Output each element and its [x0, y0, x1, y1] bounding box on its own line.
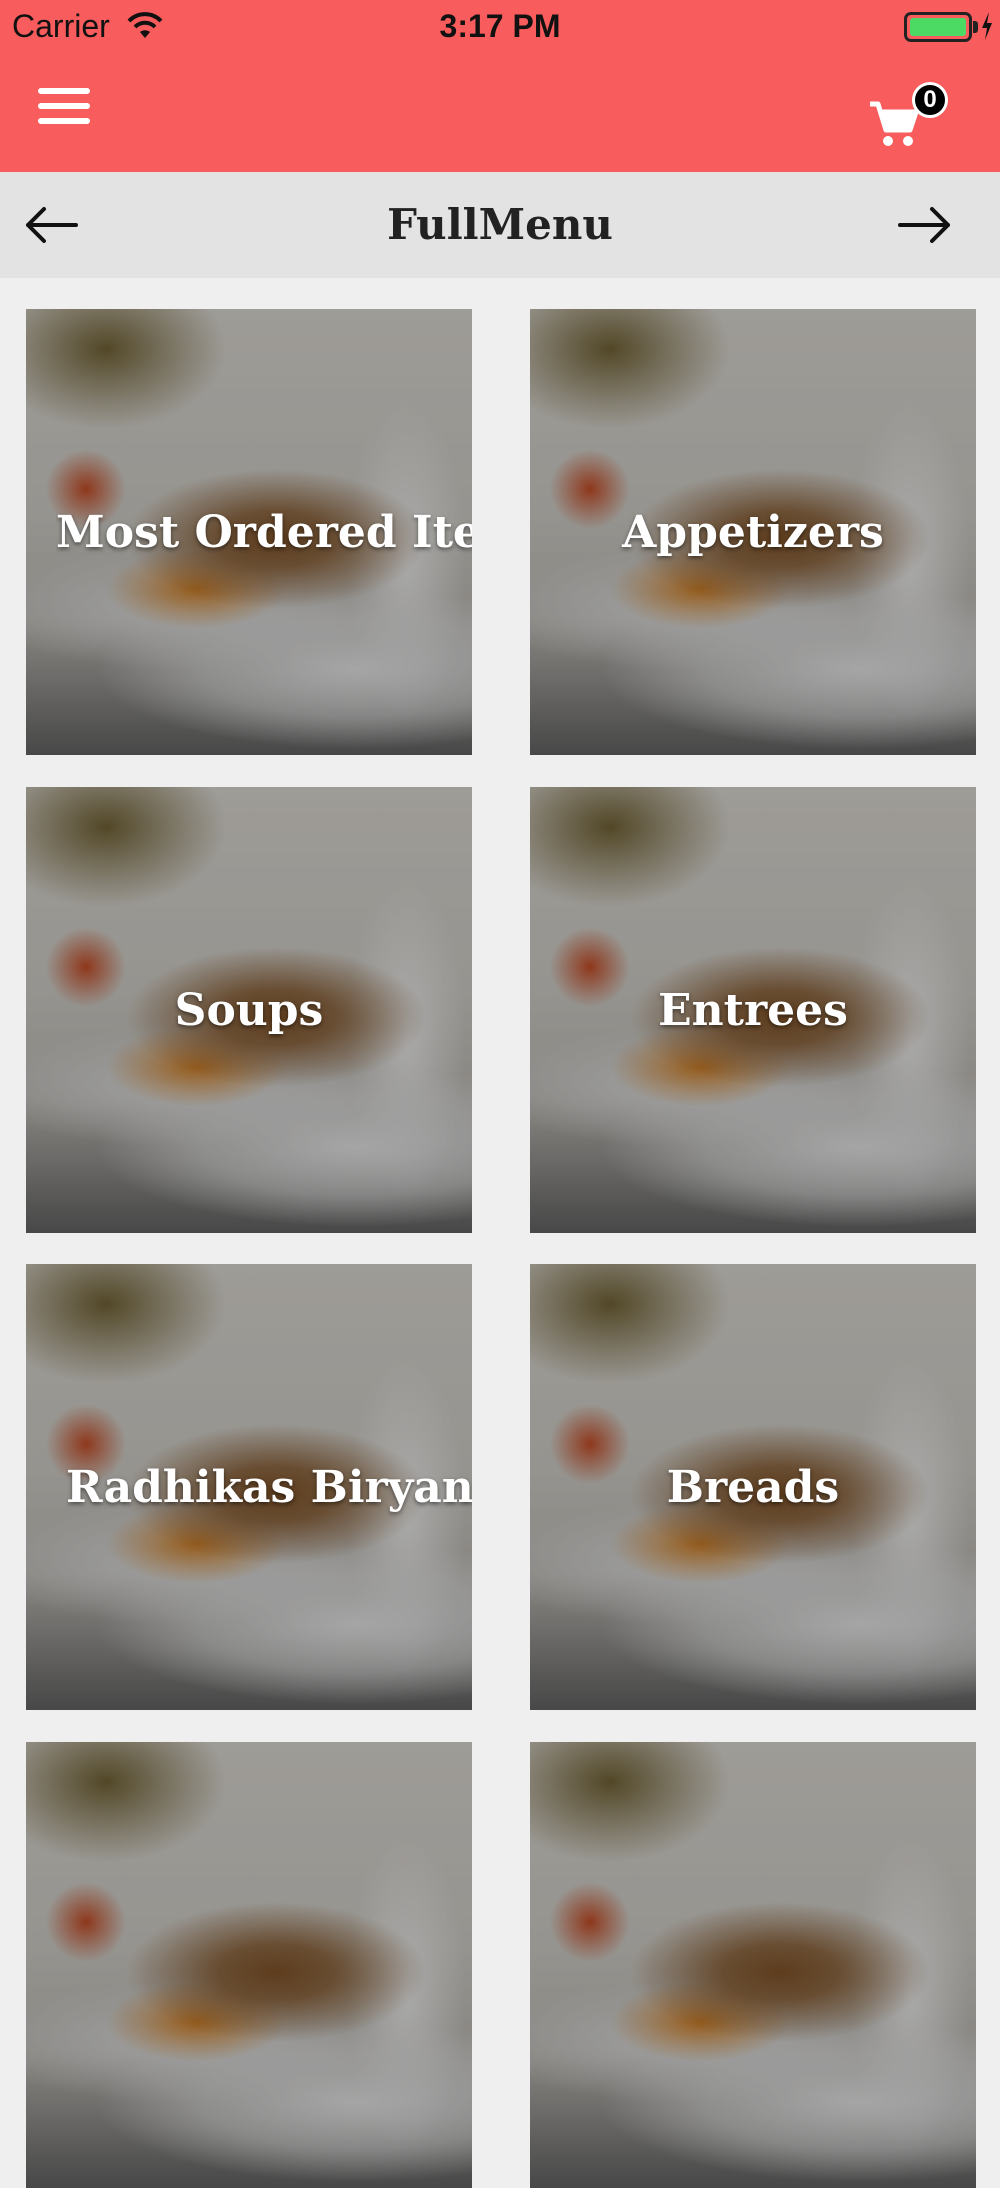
category-tile-partial[interactable] — [26, 1742, 472, 2188]
cart-count-badge: 0 — [912, 82, 948, 118]
category-label — [26, 1742, 472, 2188]
category-tile-breads[interactable]: Breads — [530, 1264, 976, 1710]
page-title: FullMenu — [387, 200, 613, 249]
category-tile-entrees[interactable]: Entrees — [530, 787, 976, 1233]
cart-button[interactable]: 0 — [868, 82, 958, 162]
category-label: Appetizers — [622, 506, 884, 558]
category-label: Soups — [174, 984, 324, 1036]
category-tile-partial[interactable] — [530, 1742, 976, 2188]
hamburger-menu-icon[interactable] — [38, 88, 94, 134]
category-tile-most-ordered[interactable]: Most Ordered Ite... — [26, 309, 472, 755]
status-time: 3:17 PM — [439, 8, 561, 44]
category-tile-soups[interactable]: Soups — [26, 787, 472, 1233]
arrow-right-icon[interactable] — [896, 202, 954, 248]
category-label: Entrees — [658, 984, 848, 1036]
category-tile-radhikas-biryanis[interactable]: Radhikas Biryanis — [26, 1264, 472, 1710]
app-header: 0 — [0, 52, 1000, 172]
category-label: Radhikas Biryanis — [66, 1461, 472, 1513]
battery-icon — [904, 12, 972, 42]
category-tile-appetizers[interactable]: Appetizers — [530, 309, 976, 755]
shopping-cart-icon — [870, 101, 919, 146]
category-grid: Most Ordered Ite... Appetizers Soups Ent… — [0, 278, 1000, 2188]
sub-header: FullMenu — [0, 172, 1000, 278]
category-label: Breads — [666, 1461, 840, 1513]
status-bar: Carrier 3:17 PM — [0, 0, 1000, 52]
charging-bolt-icon — [982, 12, 992, 40]
category-label — [530, 1742, 976, 2188]
category-label: Most Ordered Ite... — [56, 506, 472, 558]
battery-cap — [973, 21, 978, 33]
